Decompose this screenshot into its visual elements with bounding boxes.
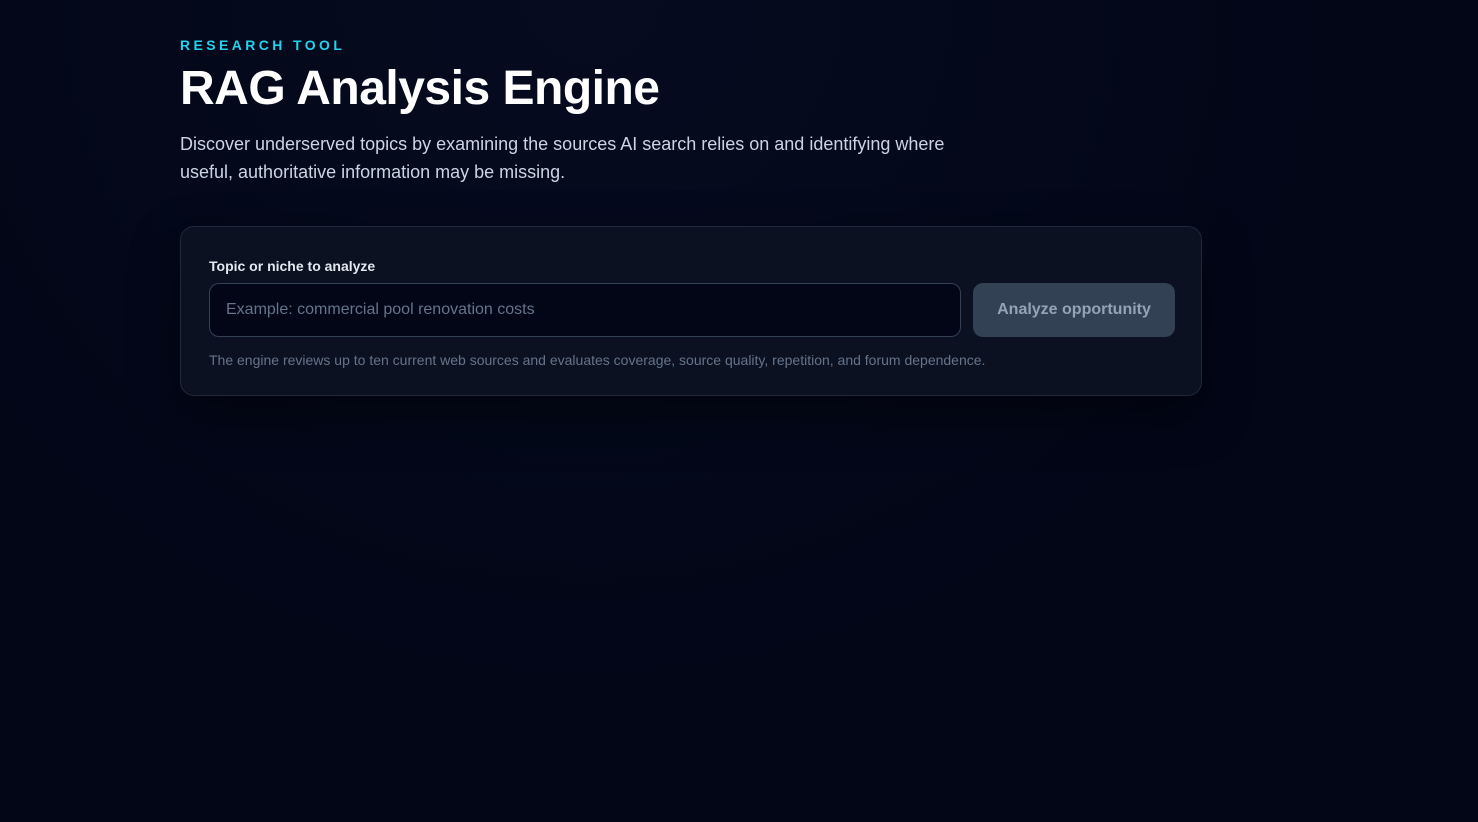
page-description: Discover underserved topics by examining… bbox=[180, 134, 945, 182]
helper-text: The engine reviews up to ten current web… bbox=[209, 352, 986, 368]
page: RESEARCH TOOL RAG Analysis Engine Discov… bbox=[0, 0, 1478, 822]
page-title: RAG Analysis Engine bbox=[180, 62, 660, 115]
analysis-form-card: Topic or niche to analyze Analyze opport… bbox=[180, 226, 1202, 396]
analyze-opportunity-button[interactable]: Analyze opportunity bbox=[973, 283, 1175, 337]
topic-field-label: Topic or niche to analyze bbox=[209, 258, 376, 274]
topic-input[interactable] bbox=[209, 283, 961, 337]
eyebrow-label: RESEARCH TOOL bbox=[180, 37, 346, 53]
